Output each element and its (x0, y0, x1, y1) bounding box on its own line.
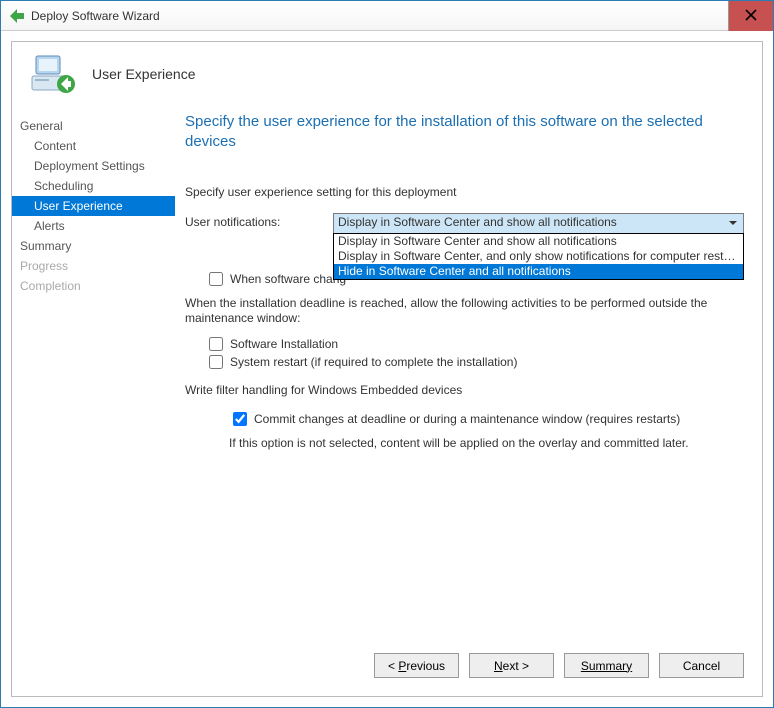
dropdown-option-1[interactable]: Display in Software Center, and only sho… (334, 249, 743, 264)
dropdown-option-2[interactable]: Hide in Software Center and all notifica… (334, 264, 743, 279)
checkbox-software-changes[interactable] (209, 272, 223, 286)
app-icon (9, 8, 25, 24)
checkbox-commit-changes[interactable] (233, 412, 247, 426)
dropdown-option-0[interactable]: Display in Software Center and show all … (334, 234, 743, 249)
nav-item-scheduling[interactable]: Scheduling (12, 176, 175, 196)
nav-item-general[interactable]: General (12, 116, 175, 136)
close-button[interactable] (728, 1, 773, 31)
content-area: Specify the user experience for the inst… (175, 112, 762, 641)
checkbox-system-restart[interactable] (209, 355, 223, 369)
page-title: User Experience (92, 66, 196, 82)
nav-tree: General Content Deployment Settings Sche… (12, 112, 175, 641)
nav-item-alerts[interactable]: Alerts (12, 216, 175, 236)
footer: < Previous Next > Summary Cancel (12, 641, 762, 696)
nav-item-user-experience[interactable]: User Experience (12, 196, 175, 216)
checkbox-commit-changes-label: Commit changes at deadline or during a m… (254, 412, 680, 426)
deadline-text: When the installation deadline is reache… (185, 296, 744, 327)
computer-icon (30, 50, 78, 98)
checkbox-software-install-label: Software Installation (230, 337, 338, 351)
wizard-window: Deploy Software Wizard User Experience (0, 0, 774, 708)
writefilter-label: Write filter handling for Windows Embedd… (185, 383, 744, 399)
notifications-label: User notifications: (185, 213, 333, 229)
checkbox-software-install[interactable] (209, 337, 223, 351)
next-button[interactable]: Next > (469, 653, 554, 678)
previous-button[interactable]: < Previous (374, 653, 459, 678)
nav-item-completion: Completion (12, 276, 175, 296)
commit-note: If this option is not selected, content … (229, 436, 744, 450)
titlebar: Deploy Software Wizard (1, 1, 773, 31)
cancel-button[interactable]: Cancel (659, 653, 744, 678)
setting-intro: Specify user experience setting for this… (185, 185, 744, 199)
nav-item-deployment-settings[interactable]: Deployment Settings (12, 156, 175, 176)
notifications-dropdown: Display in Software Center and show all … (333, 233, 744, 280)
nav-item-summary[interactable]: Summary (12, 236, 175, 256)
window-title: Deploy Software Wizard (31, 9, 160, 23)
wizard-panel: User Experience General Content Deployme… (11, 41, 763, 697)
header: User Experience (12, 42, 762, 112)
nav-item-content[interactable]: Content (12, 136, 175, 156)
nav-item-progress: Progress (12, 256, 175, 276)
checkbox-system-restart-label: System restart (if required to complete … (230, 355, 517, 369)
checkbox-software-changes-label: When software chang (230, 272, 346, 286)
content-heading: Specify the user experience for the inst… (185, 112, 744, 153)
notifications-select[interactable]: Display in Software Center and show all … (333, 213, 744, 234)
summary-button[interactable]: Summary (564, 653, 649, 678)
